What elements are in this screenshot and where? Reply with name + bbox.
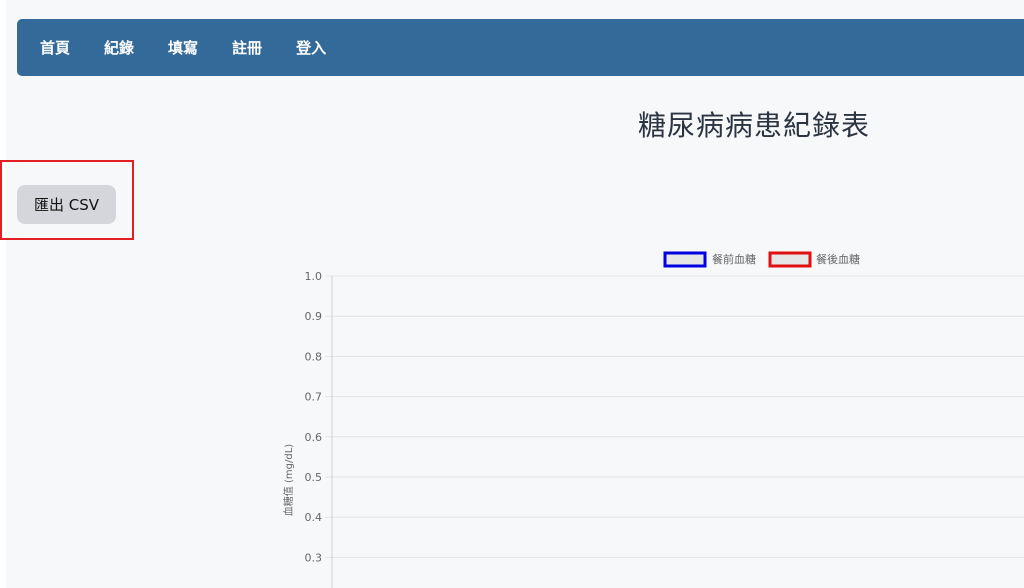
legend-swatch-pre-meal[interactable]: [663, 251, 707, 268]
legend-label-pre-meal[interactable]: 餐前血糖: [712, 252, 756, 266]
y-axis-title: 血糖值 (mg/dL): [282, 444, 295, 516]
y-tick-label: 0.4: [305, 511, 323, 524]
legend: 餐前血糖 餐後血糖: [663, 251, 860, 268]
y-tick-label: 0.3: [305, 551, 323, 564]
y-tick-label: 0.5: [305, 471, 323, 484]
y-axis-ticks: 1.0 0.9 0.8 0.7 0.6 0.5 0.4 0.3: [305, 270, 323, 564]
y-tick-label: 1.0: [305, 270, 323, 283]
blood-sugar-chart: 1.0 0.9 0.8 0.7 0.6 0.5 0.4 0.3 血糖值 (mg/dL) 餐前血…: [282, 251, 1024, 588]
chart-grid: [325, 275, 1024, 558]
legend-swatch-post-meal[interactable]: [768, 251, 812, 268]
y-tick-label: 0.8: [305, 350, 323, 363]
y-tick-label: 0.7: [305, 391, 323, 404]
y-tick-label: 0.9: [305, 310, 323, 323]
y-tick-label: 0.6: [305, 431, 323, 444]
legend-label-post-meal[interactable]: 餐後血糖: [816, 252, 860, 266]
